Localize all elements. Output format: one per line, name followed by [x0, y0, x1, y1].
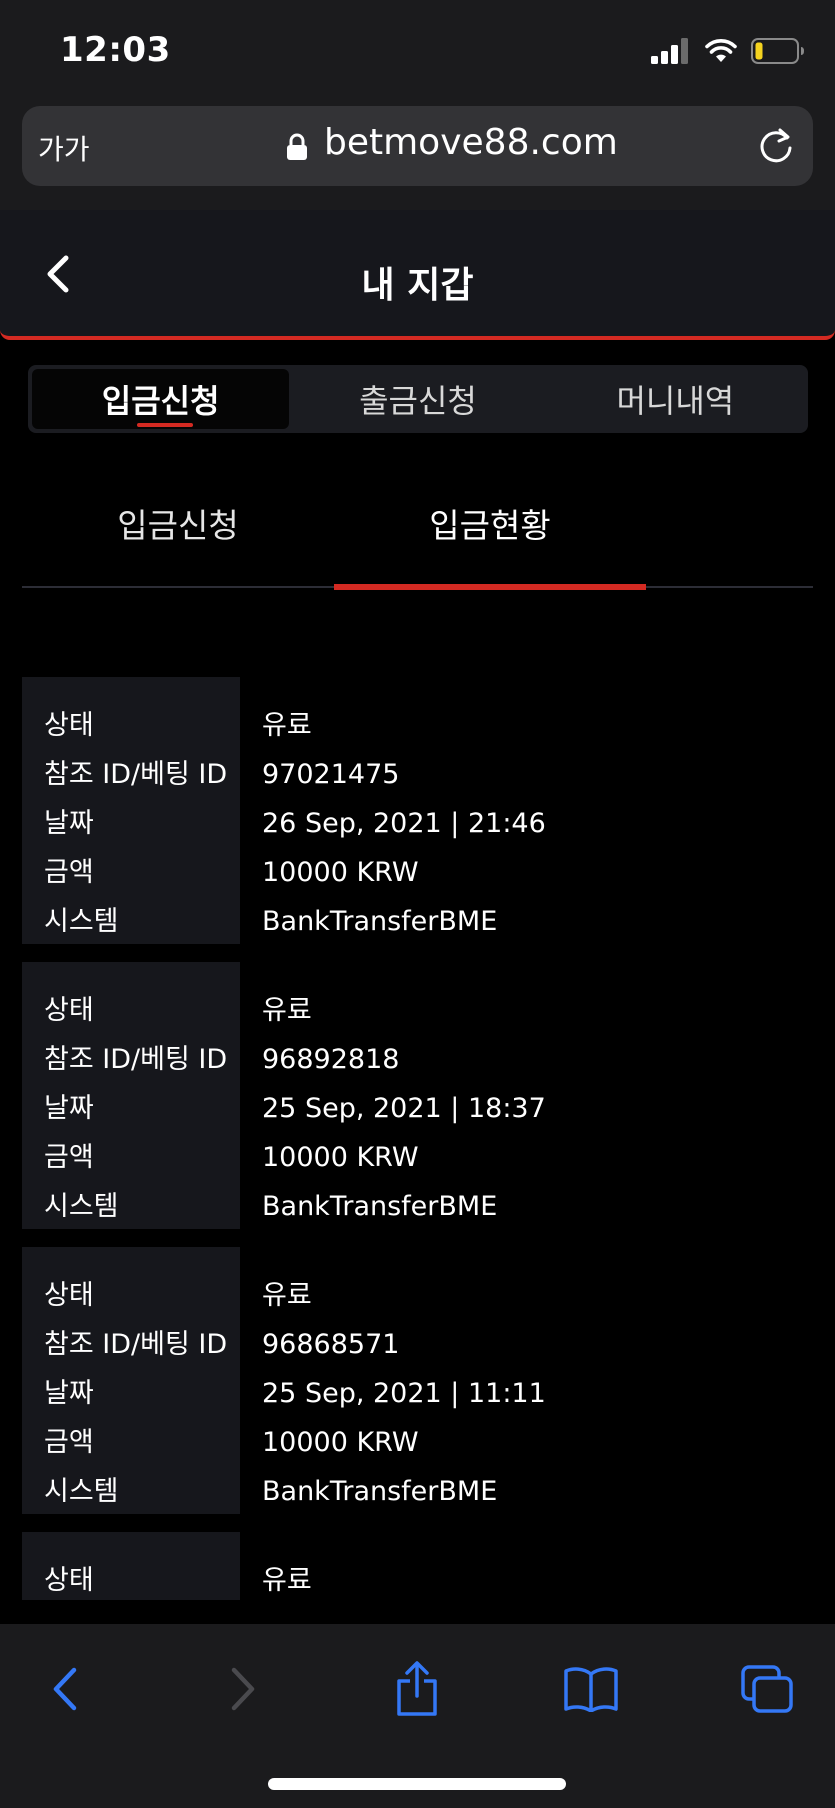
- book-icon: [564, 1667, 618, 1712]
- bookmarks-button[interactable]: [556, 1654, 626, 1724]
- deposit-record: 상태 참조 ID/베팅 ID 날짜 금액 시스템 유료 96868571 25 …: [22, 1247, 813, 1514]
- record-values: 유료 96868571 25 Sep, 2021 | 11:11 10000 K…: [262, 1247, 546, 1519]
- value-amount: 10000 KRW: [262, 1427, 419, 1458]
- tabs-button[interactable]: [732, 1654, 802, 1724]
- main-tabs: 입금신청 출금신청 머니내역: [28, 365, 808, 433]
- chevron-right-icon: [231, 1667, 255, 1711]
- sub-tabs: 입금신청 입금현황: [22, 490, 813, 590]
- subtab-deposit-request[interactable]: 입금신청: [22, 502, 334, 576]
- active-subtab-indicator: [334, 584, 646, 590]
- value-status: 유료: [262, 710, 312, 741]
- url-text[interactable]: betmove88.com: [324, 122, 618, 163]
- label-date: 날짜: [44, 808, 94, 839]
- wifi-icon: [705, 39, 737, 62]
- label-system: 시스템: [44, 906, 119, 937]
- value-date: 26 Sep, 2021 | 21:46: [262, 808, 546, 839]
- value-amount: 10000 KRW: [262, 857, 419, 888]
- value-status: 유료: [262, 1565, 312, 1596]
- status-icons: [651, 36, 805, 66]
- tab-label: 출금신청: [359, 382, 477, 420]
- tab-label: 입금신청: [101, 382, 220, 420]
- browser-back-button[interactable]: [30, 1654, 100, 1724]
- page-title: 내 지갑: [361, 265, 474, 306]
- label-status: 상태: [44, 995, 94, 1026]
- record-labels: 상태 참조 ID/베팅 ID 날짜 금액 시스템: [22, 962, 240, 1229]
- browser-bottom-toolbar: [0, 1624, 835, 1808]
- value-system: BankTransferBME: [262, 1476, 498, 1507]
- label-system: 시스템: [44, 1191, 119, 1222]
- share-button[interactable]: [382, 1654, 452, 1724]
- subtab-label: 입금신청: [117, 506, 239, 545]
- label-amount: 금액: [44, 1427, 94, 1458]
- text-size-button[interactable]: 가가: [38, 128, 90, 168]
- status-bar: 12:03: [0, 0, 835, 100]
- label-status: 상태: [44, 1280, 94, 1311]
- tab-money-history[interactable]: 머니내역: [547, 369, 804, 429]
- value-system: BankTransferBME: [262, 906, 498, 937]
- label-system: 시스템: [44, 1476, 119, 1507]
- record-labels: 상태 참조 ID/베팅 ID: [22, 1532, 240, 1600]
- deposit-record: 상태 참조 ID/베팅 ID 유료: [22, 1532, 813, 1600]
- battery-icon: [751, 38, 804, 64]
- record-values: 유료 97021475 26 Sep, 2021 | 21:46 10000 K…: [262, 677, 546, 949]
- record-labels: 상태 참조 ID/베팅 ID 날짜 금액 시스템: [22, 677, 240, 944]
- status-time: 12:03: [60, 30, 171, 70]
- label-amount: 금액: [44, 857, 94, 888]
- label-date: 날짜: [44, 1093, 94, 1124]
- value-ref-id: 97021475: [262, 759, 400, 790]
- label-ref-id: 참조 ID/베팅 ID: [44, 759, 228, 790]
- value-date: 25 Sep, 2021 | 18:37: [262, 1093, 546, 1124]
- label-ref-id: 참조 ID/베팅 ID: [44, 1329, 228, 1360]
- label-date: 날짜: [44, 1378, 94, 1409]
- value-status: 유료: [262, 1280, 312, 1311]
- label-ref-id: 참조 ID/베팅 ID: [44, 1044, 228, 1075]
- cellular-signal-icon: [651, 38, 688, 64]
- value-status: 유료: [262, 995, 312, 1026]
- record-values: 유료: [262, 1532, 312, 1600]
- tab-withdraw-request[interactable]: 출금신청: [289, 369, 546, 429]
- tab-label: 머니내역: [616, 382, 735, 420]
- record-labels: 상태 참조 ID/베팅 ID 날짜 금액 시스템: [22, 1247, 240, 1514]
- subtab-label: 입금현황: [429, 506, 551, 545]
- subtab-deposit-status[interactable]: 입금현황: [334, 502, 646, 590]
- label-amount: 금액: [44, 1142, 94, 1173]
- home-indicator: [268, 1778, 566, 1790]
- share-icon: [397, 1661, 437, 1716]
- browser-forward-button[interactable]: [208, 1654, 278, 1724]
- reload-icon[interactable]: [757, 126, 795, 166]
- value-ref-id: 96868571: [262, 1329, 400, 1360]
- value-ref-id: 96892818: [262, 1044, 400, 1075]
- chevron-left-icon: [53, 1667, 77, 1711]
- address-bar[interactable]: 가가 betmove88.com: [22, 106, 813, 186]
- deposit-record: 상태 참조 ID/베팅 ID 날짜 금액 시스템 유료 97021475 26 …: [22, 677, 813, 944]
- active-tab-indicator: [137, 423, 193, 427]
- record-values: 유료 96892818 25 Sep, 2021 | 18:37 10000 K…: [262, 962, 546, 1234]
- value-amount: 10000 KRW: [262, 1142, 419, 1173]
- tabs-icon: [741, 1665, 793, 1713]
- value-date: 25 Sep, 2021 | 11:11: [262, 1378, 546, 1409]
- tab-deposit-request[interactable]: 입금신청: [32, 369, 290, 429]
- label-status: 상태: [44, 710, 94, 741]
- browser-top-bar: 가가 betmove88.com: [0, 100, 835, 210]
- app-header: 내 지갑: [0, 210, 835, 340]
- lock-icon: [287, 133, 307, 160]
- label-status: 상태: [44, 1565, 94, 1596]
- value-system: BankTransferBME: [262, 1191, 498, 1222]
- deposit-record: 상태 참조 ID/베팅 ID 날짜 금액 시스템 유료 96892818 25 …: [22, 962, 813, 1229]
- deposit-records-list: 상태 참조 ID/베팅 ID 날짜 금액 시스템 유료 97021475 26 …: [22, 677, 813, 1600]
